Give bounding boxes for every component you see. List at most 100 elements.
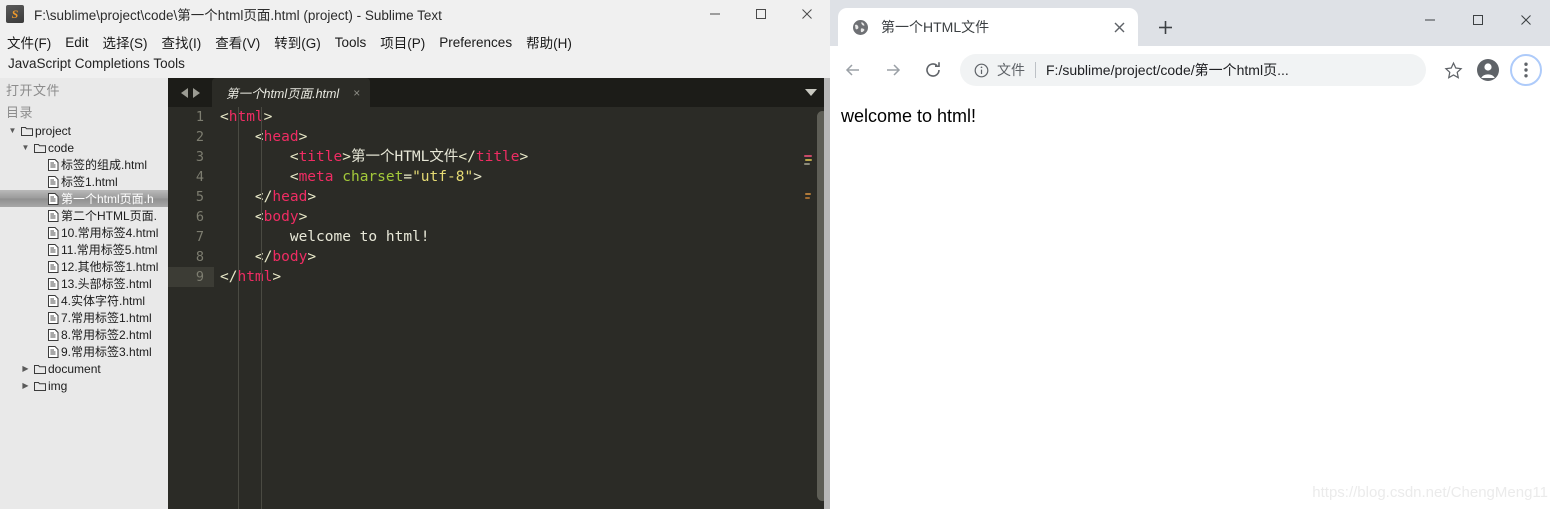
- menu-item-3[interactable]: 查找(I): [155, 30, 209, 54]
- menu-item-6[interactable]: Tools: [328, 33, 374, 52]
- profile-avatar-icon[interactable]: [1472, 54, 1504, 86]
- address-bar-url-text[interactable]: F:/sublime/project/code/第一个html页...: [1046, 60, 1412, 80]
- file-icon: [45, 192, 61, 205]
- three-dot-menu-icon[interactable]: [1510, 54, 1542, 86]
- tree-file-row[interactable]: 13.头部标签.html: [0, 275, 168, 292]
- tree-folder-row[interactable]: ▼ code: [0, 139, 168, 156]
- close-icon[interactable]: [1108, 16, 1130, 38]
- code-token: "utf-8": [412, 169, 474, 185]
- line-number: 7: [195, 229, 204, 245]
- chrome-browser-window: 第一个HTML文件 文件 F:/sublime/project/code/第一个…: [830, 0, 1550, 509]
- code-line[interactable]: 6 <body>: [168, 207, 830, 227]
- browser-maximize-button[interactable]: [1454, 0, 1502, 40]
- code-token: <: [254, 209, 264, 225]
- code-text-area[interactable]: 1 <html> 2 <head> 3 <title>第一个HTML文件</title…: [168, 107, 830, 509]
- tab-next-arrow-icon[interactable]: [192, 87, 200, 98]
- menu-item-1[interactable]: Edit: [58, 33, 95, 52]
- chevron-down-icon[interactable]: ▼: [19, 143, 32, 152]
- tree-file-row[interactable]: 标签的组成.html: [0, 156, 168, 173]
- tree-file-row[interactable]: 7.常用标签1.html: [0, 309, 168, 326]
- tree-item-label: 标签1.html: [61, 175, 118, 189]
- tab-nav-arrows[interactable]: [168, 78, 212, 107]
- star-icon[interactable]: [1436, 53, 1470, 87]
- code-token: head: [263, 129, 299, 145]
- tree-folder-row[interactable]: ▼ project: [0, 122, 168, 139]
- code-line[interactable]: 2 <head>: [168, 127, 830, 147]
- tree-file-row[interactable]: 11.常用标签5.html: [0, 241, 168, 258]
- forward-arrow-icon[interactable]: [876, 53, 910, 87]
- browser-toolbar: 文件 F:/sublime/project/code/第一个html页...: [830, 46, 1550, 94]
- code-line[interactable]: 1 <html>: [168, 107, 830, 127]
- file-icon: [45, 158, 61, 171]
- sublime-menubar: 文件(F) Edit 选择(S) 查找(I) 查看(V) 转到(G) Tools 项目(P) P…: [0, 28, 830, 56]
- sublime-maximize-button[interactable]: [738, 0, 784, 28]
- tree-file-row[interactable]: 9.常用标签3.html: [0, 343, 168, 360]
- sublime-minimize-button[interactable]: [692, 0, 738, 28]
- back-arrow-icon[interactable]: [836, 53, 870, 87]
- tree-file-row[interactable]: 12.其他标签1.html: [0, 258, 168, 275]
- code-token: title: [475, 149, 520, 165]
- code-line[interactable]: 4 <meta charset="utf-8">: [168, 167, 830, 187]
- tree-file-row[interactable]: 10.常用标签4.html: [0, 224, 168, 241]
- code-token: charset: [342, 169, 404, 185]
- menu-item-8[interactable]: Preferences: [432, 33, 519, 52]
- menu-item-4[interactable]: 查看(V): [208, 30, 267, 54]
- editor-tab-active[interactable]: 第一个html页面.html ×: [212, 78, 371, 107]
- new-tab-button[interactable]: [1150, 12, 1180, 42]
- minimap-mark: [804, 163, 810, 165]
- file-icon: [45, 260, 61, 273]
- sublime-titlebar: S F:\sublime\project\code\第一个html页面.html…: [0, 0, 830, 28]
- menu-item-9[interactable]: 帮助(H): [519, 30, 579, 54]
- menu-item-7[interactable]: 项目(P): [373, 30, 432, 54]
- code-line[interactable]: 9 </html>: [168, 267, 830, 287]
- reload-icon[interactable]: [916, 53, 950, 87]
- browser-tab-active[interactable]: 第一个HTML文件: [838, 8, 1138, 46]
- browser-close-button[interactable]: [1502, 0, 1550, 40]
- chevron-right-icon[interactable]: ▶: [19, 381, 32, 390]
- browser-tab-strip: 第一个HTML文件: [830, 0, 1550, 46]
- tree-file-row[interactable]: 4.实体字符.html: [0, 292, 168, 309]
- sidebar-file-tree[interactable]: 打开文件 目录 ▼ project ▼ code 标签的组成.html 标签1.html 第…: [0, 78, 168, 509]
- editor-minimap[interactable]: [804, 107, 814, 509]
- page-body-text: welcome to html!: [841, 106, 977, 126]
- code-line[interactable]: 3 <title>第一个HTML文件</title>: [168, 147, 830, 167]
- code-line[interactable]: 8 </body>: [168, 247, 830, 267]
- sublime-text-window: S F:\sublime\project\code\第一个html页面.html…: [0, 0, 830, 509]
- tree-file-row[interactable]: 标签1.html: [0, 173, 168, 190]
- minimap-mark: [805, 197, 810, 199]
- line-number: 8: [195, 249, 204, 265]
- menu-item-0[interactable]: 文件(F): [0, 30, 58, 54]
- sublime-close-button[interactable]: [784, 0, 830, 28]
- info-circle-icon[interactable]: [974, 63, 989, 78]
- code-line[interactable]: 7 welcome to html!: [168, 227, 830, 247]
- tree-file-row[interactable]: 8.常用标签2.html: [0, 326, 168, 343]
- code-token: 第一个HTML文件: [350, 149, 459, 165]
- address-bar[interactable]: 文件 F:/sublime/project/code/第一个html页...: [960, 54, 1426, 86]
- tree-folder-row[interactable]: ▶ img: [0, 377, 168, 394]
- code-token: </: [254, 189, 273, 205]
- menu-item-5[interactable]: 转到(G): [267, 30, 328, 54]
- tab-list-dropdown-icon[interactable]: [798, 78, 824, 107]
- minimap-mark: [805, 193, 811, 195]
- tree-file-row[interactable]: 第二个HTML页面.: [0, 207, 168, 224]
- line-number: 1: [195, 109, 204, 125]
- tree-item-label: document: [48, 361, 101, 376]
- tab-prev-arrow-icon[interactable]: [180, 87, 188, 98]
- tree-folder-row[interactable]: ▶ document: [0, 360, 168, 377]
- tree-item-label: 11.常用标签5.html: [61, 243, 158, 257]
- line-number: 2: [195, 129, 204, 145]
- chevron-right-icon[interactable]: ▶: [19, 364, 32, 373]
- sidebar-header-folders: 目录: [6, 105, 34, 120]
- editor-tab-close-icon[interactable]: ×: [353, 87, 360, 99]
- file-icon: [45, 311, 61, 324]
- code-token: body: [263, 209, 299, 225]
- code-token: >: [263, 109, 273, 125]
- code-line[interactable]: 5 </head>: [168, 187, 830, 207]
- browser-minimize-button[interactable]: [1406, 0, 1454, 40]
- menu-item-2[interactable]: 选择(S): [96, 30, 155, 54]
- chevron-down-icon[interactable]: ▼: [6, 126, 19, 135]
- tree-file-row[interactable]: 第一个html页面.h: [0, 190, 168, 207]
- tree-item-label: 9.常用标签3.html: [61, 345, 152, 359]
